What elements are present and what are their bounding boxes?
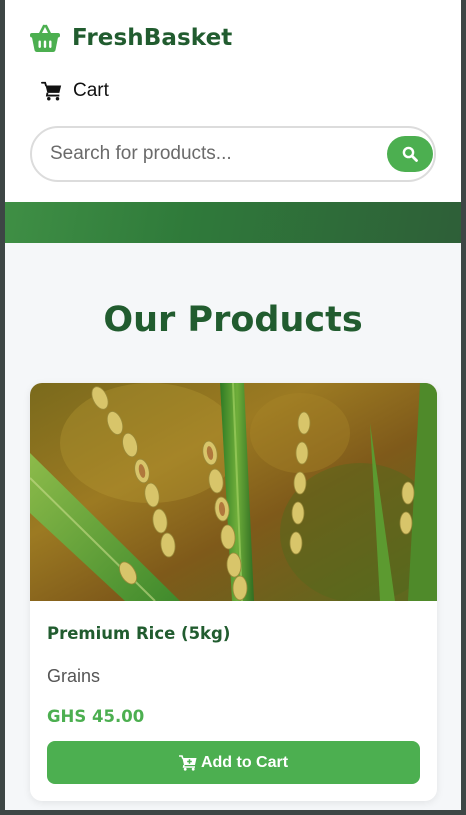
- product-card: Premium Rice (5kg) Grains GHS 45.00 Add …: [30, 383, 437, 801]
- page: FreshBasket Cart Our Products: [5, 0, 461, 810]
- brand-logo[interactable]: FreshBasket: [29, 22, 232, 54]
- cart-plus-icon: [178, 754, 197, 771]
- product-name[interactable]: Premium Rice (5kg): [47, 624, 230, 643]
- search-button[interactable]: [387, 136, 433, 172]
- site-header: FreshBasket Cart: [5, 0, 461, 202]
- search-icon: [402, 146, 418, 162]
- product-price: GHS 45.00: [47, 707, 145, 726]
- product-image[interactable]: [30, 383, 437, 601]
- nav-cart-link[interactable]: Cart: [41, 80, 109, 102]
- add-to-cart-label: Add to Cart: [200, 753, 289, 771]
- shopping-cart-icon: [41, 81, 62, 101]
- search-bar: [30, 126, 436, 182]
- search-input[interactable]: [50, 128, 370, 180]
- product-category: Grains: [47, 666, 101, 686]
- brand-name: FreshBasket: [72, 25, 233, 51]
- nav-cart-label: Cart: [73, 80, 109, 101]
- add-to-cart-button[interactable]: Add to Cart: [47, 741, 420, 784]
- hero-banner: [5, 202, 461, 243]
- section-title: Our Products: [103, 300, 363, 340]
- basket-icon: [30, 24, 60, 52]
